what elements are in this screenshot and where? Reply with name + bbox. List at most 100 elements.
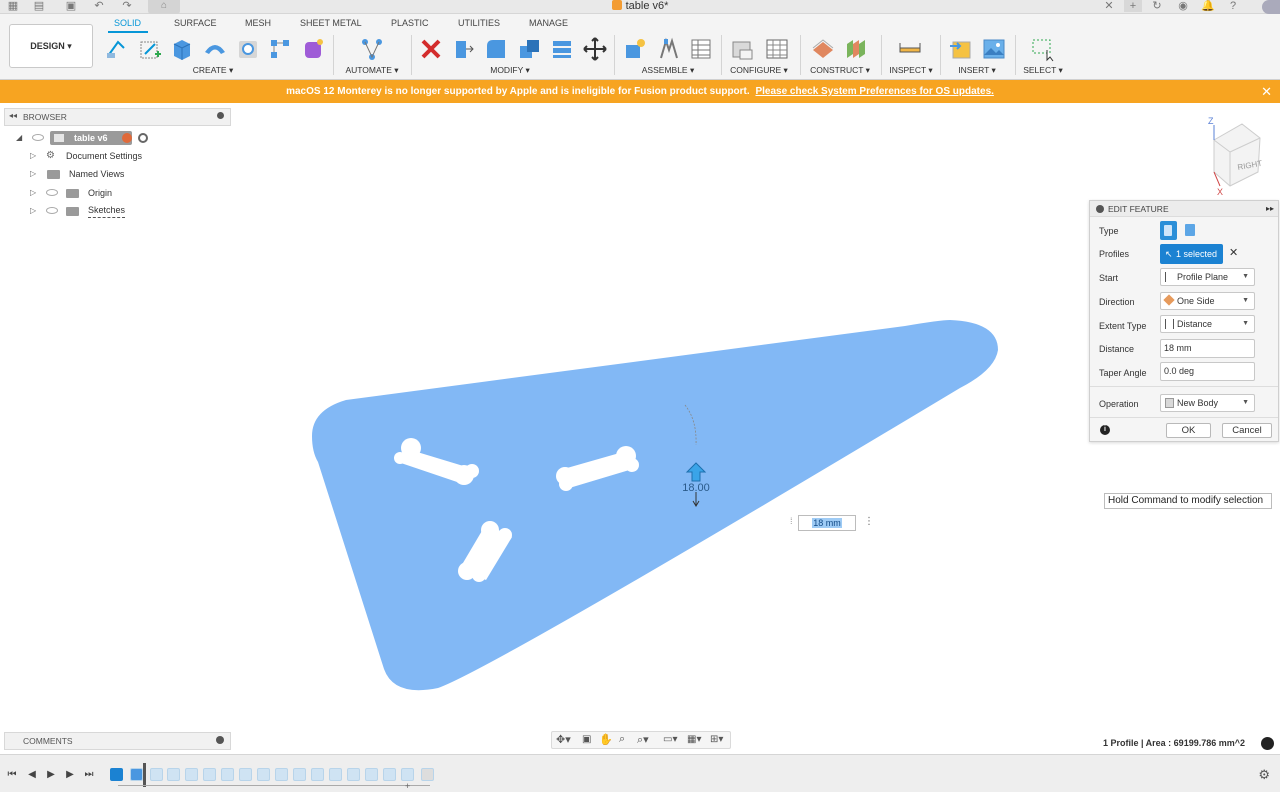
bell-icon[interactable]: 🔔	[1201, 0, 1215, 12]
press-pull-icon[interactable]	[450, 36, 476, 62]
browser-root-item[interactable]: ◢ table v6	[16, 130, 156, 146]
configure-table-icon[interactable]	[764, 36, 790, 62]
timeline-feature-icon[interactable]	[239, 768, 252, 781]
tab-sheet-metal[interactable]: SHEET METAL	[300, 18, 362, 28]
timeline-image-icon[interactable]	[421, 768, 434, 781]
direction-dropdown[interactable]: One Side ▼	[1160, 292, 1255, 310]
go-to-end-icon[interactable]: ⏭	[83, 769, 95, 781]
visibility-eye-icon[interactable]	[32, 134, 44, 141]
browser-item-origin[interactable]: ▷ Origin	[30, 185, 130, 201]
distance-input[interactable]: 18 mm	[1160, 339, 1255, 358]
automate-icon[interactable]	[359, 36, 385, 62]
visibility-eye-icon[interactable]	[46, 189, 58, 196]
timeline-feature-icon[interactable]	[383, 768, 396, 781]
clear-selection-icon[interactable]: ✕	[1229, 246, 1238, 259]
timeline-feature-icon[interactable]	[401, 768, 414, 781]
form-icon[interactable]	[300, 36, 326, 62]
timeline-sketch-icon[interactable]	[110, 768, 123, 781]
sketch-profile-body[interactable]	[312, 320, 998, 691]
browser-item-document-settings[interactable]: ▷ ⚙ Document Settings	[30, 148, 152, 164]
viewports-icon[interactable]: ⊞▾	[710, 734, 723, 745]
construct-menu[interactable]: CONSTRUCT ▾	[809, 65, 871, 76]
tab-solid[interactable]: SOLID	[114, 18, 141, 28]
modify-menu[interactable]: MODIFY ▾	[486, 65, 534, 76]
timeline-feature-icon[interactable]	[257, 768, 270, 781]
step-back-icon[interactable]: ◀	[26, 769, 38, 781]
zoom-icon[interactable]: ⌕	[619, 733, 625, 746]
workspace-switcher[interactable]: DESIGN ▾	[9, 24, 93, 68]
joint-icon[interactable]	[656, 36, 682, 62]
timeline-feature-icon[interactable]	[203, 768, 216, 781]
dimension-input[interactable]: 18 mm	[798, 515, 856, 531]
timeline-feature-icon[interactable]	[221, 768, 234, 781]
browser-item-named-views[interactable]: ▷ Named Views	[30, 166, 130, 182]
timeline-feature-icon[interactable]	[275, 768, 288, 781]
delete-icon[interactable]	[418, 36, 444, 62]
extent-type-dropdown[interactable]: Distance ▼	[1160, 315, 1255, 333]
timeline-feature-icon[interactable]	[365, 768, 378, 781]
revolve-icon[interactable]	[202, 36, 228, 62]
timeline-feature-icon[interactable]	[185, 768, 198, 781]
jobs-icon[interactable]: ◉	[1176, 0, 1190, 12]
extrude-icon[interactable]	[169, 36, 195, 62]
activate-icon[interactable]	[122, 133, 132, 143]
tab-plastic[interactable]: PLASTIC	[391, 18, 429, 28]
tab-mesh[interactable]: MESH	[245, 18, 271, 28]
tab-surface[interactable]: SURFACE	[174, 18, 217, 28]
bill-of-materials-icon[interactable]	[688, 36, 714, 62]
zoom-window-icon[interactable]: ⌕▾	[637, 733, 649, 747]
viewport-canvas[interactable]: 18.00 RIGHT Z X	[0, 103, 1280, 753]
drag-handle-icon[interactable]: ⁞	[790, 516, 793, 526]
new-component-icon[interactable]	[622, 36, 648, 62]
insert-image-icon[interactable]	[981, 36, 1007, 62]
configure-icon[interactable]	[730, 36, 756, 62]
close-icon[interactable]: ✕	[1261, 80, 1272, 103]
view-cube[interactable]: RIGHT Z X	[1208, 116, 1263, 197]
timeline-feature-icon[interactable]	[329, 768, 342, 781]
timeline-settings-icon[interactable]: ⚙	[1258, 767, 1270, 783]
display-settings-icon[interactable]: ▭▾	[663, 734, 677, 745]
hole-icon[interactable]	[235, 36, 261, 62]
expand-triangle-icon[interactable]: ▷	[30, 166, 36, 182]
add-comment-icon[interactable]	[216, 736, 224, 744]
insert-menu[interactable]: INSERT ▾	[952, 65, 1002, 76]
timeline-feature-icon[interactable]	[167, 768, 180, 781]
radio-icon[interactable]	[138, 133, 148, 143]
assemble-menu[interactable]: ASSEMBLE ▾	[640, 65, 696, 76]
shell-icon[interactable]	[549, 36, 575, 62]
expand-triangle-icon[interactable]: ▷	[30, 203, 36, 219]
undo-sketch-icon[interactable]	[104, 36, 130, 62]
measure-icon[interactable]	[897, 36, 923, 62]
banner-link[interactable]: Please check System Preferences for OS u…	[755, 86, 993, 97]
cancel-button[interactable]: Cancel	[1222, 423, 1272, 438]
profiles-selection[interactable]: ↖ 1 selected	[1160, 244, 1223, 264]
offset-plane-icon[interactable]	[810, 36, 836, 62]
timeline-end-handle[interactable]: +	[405, 781, 410, 791]
select-menu[interactable]: SELECT ▾	[1018, 65, 1068, 76]
move-icon[interactable]	[582, 36, 608, 62]
timeline-feature-icon[interactable]	[150, 768, 163, 781]
expand-triangle-icon[interactable]: ▷	[30, 148, 36, 164]
create-menu[interactable]: CREATE ▾	[187, 65, 239, 76]
timeline-marker[interactable]	[143, 763, 146, 787]
step-forward-icon[interactable]: ▶	[64, 769, 76, 781]
timeline-feature-icon[interactable]	[293, 768, 306, 781]
more-options-icon[interactable]: ⋮	[864, 516, 874, 527]
select-icon[interactable]	[1030, 36, 1056, 62]
tab-manage[interactable]: MANAGE	[529, 18, 568, 28]
new-tab-icon[interactable]: +	[1124, 0, 1142, 12]
refresh-icon[interactable]: ↻	[1150, 0, 1164, 12]
expand-panel-icon[interactable]: ▸▸	[1266, 201, 1274, 217]
insert-derive-icon[interactable]	[948, 36, 974, 62]
collapse-triangle-icon[interactable]: ◢	[16, 130, 22, 146]
ok-button[interactable]: OK	[1166, 423, 1211, 438]
pattern-icon[interactable]	[267, 36, 293, 62]
timeline-feature-icon[interactable]	[311, 768, 324, 781]
automate-menu[interactable]: AUTOMATE ▾	[343, 65, 401, 76]
go-to-start-icon[interactable]: ⏮	[6, 769, 18, 781]
start-dropdown[interactable]: Profile Plane ▼	[1160, 268, 1255, 286]
thin-type-icon[interactable]	[1185, 224, 1195, 236]
timeline-feature-icon[interactable]	[347, 768, 360, 781]
inspect-menu[interactable]: INSPECT ▾	[885, 65, 937, 76]
operation-dropdown[interactable]: New Body ▼	[1160, 394, 1255, 412]
